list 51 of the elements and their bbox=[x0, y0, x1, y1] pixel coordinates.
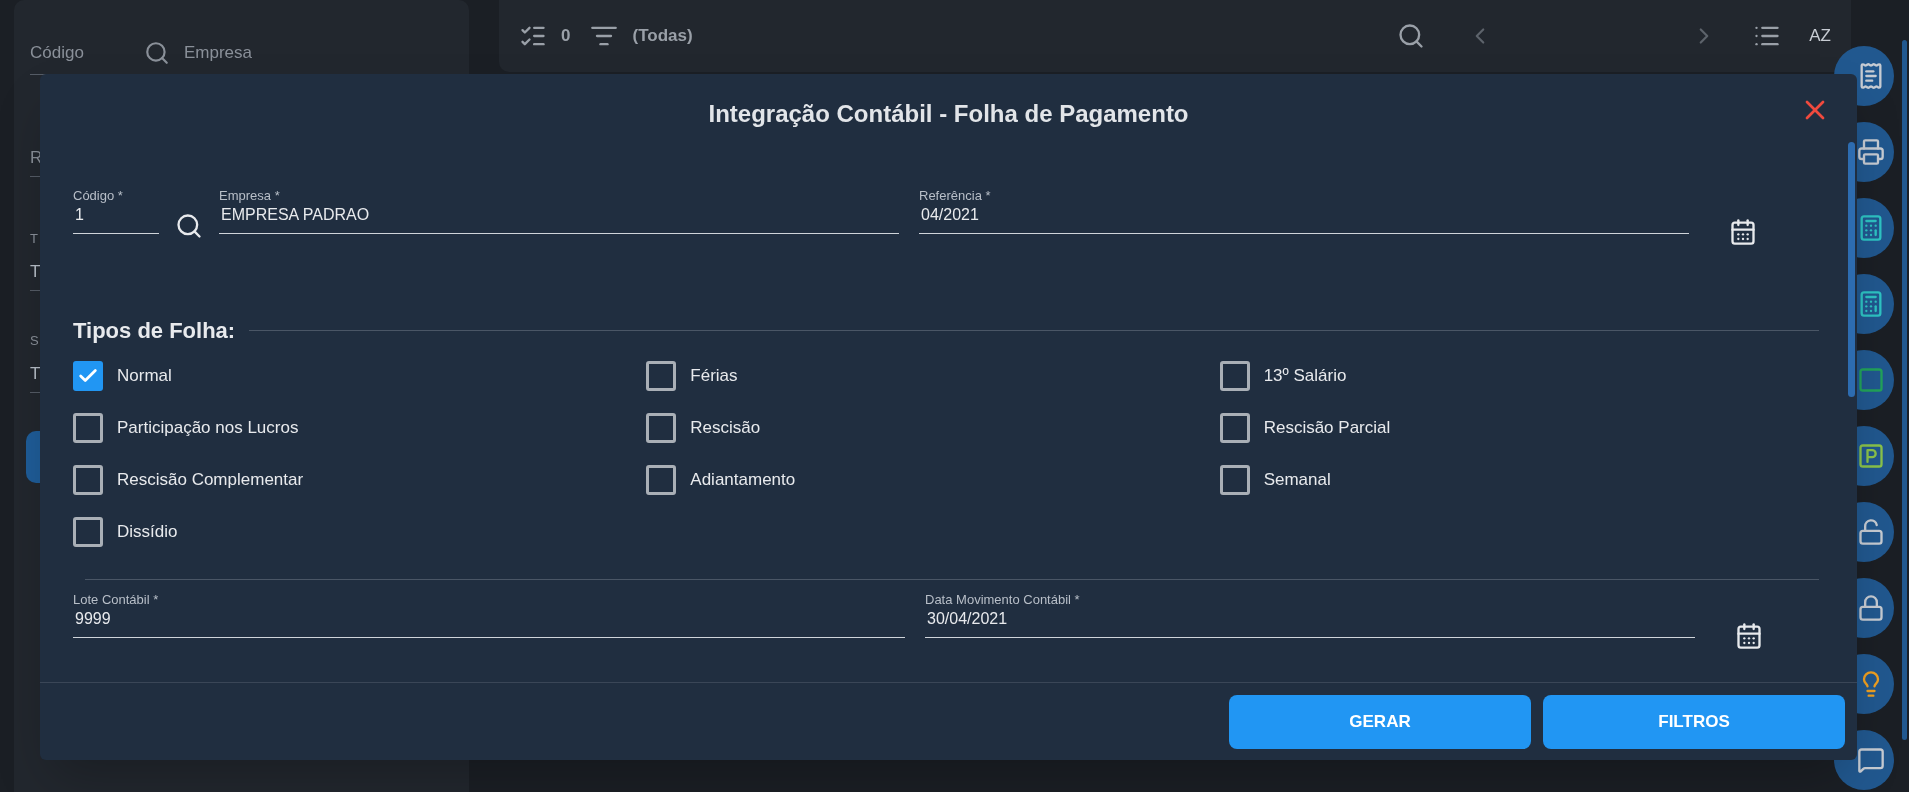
batch-field[interactable]: 9999 bbox=[73, 608, 905, 638]
checkbox-label: Rescisão Complementar bbox=[117, 469, 304, 492]
checkbox-label: Férias bbox=[690, 365, 738, 388]
action-icon bbox=[1857, 594, 1885, 622]
section-title: Tipos de Folha: bbox=[73, 317, 236, 345]
checkbox[interactable] bbox=[646, 361, 677, 391]
checkbox-label: Normal bbox=[117, 365, 172, 388]
field-label: Data Movimento Contábil * bbox=[925, 592, 1081, 608]
checkbox[interactable] bbox=[646, 465, 677, 495]
checkbox[interactable] bbox=[646, 413, 677, 443]
company-field[interactable]: EMPRESA PADRAO bbox=[219, 204, 899, 234]
dialog-title: Integração Contábil - Folha de Pagamento bbox=[708, 99, 1189, 129]
action-icon bbox=[1857, 62, 1885, 90]
search-icon[interactable] bbox=[144, 40, 170, 67]
checkbox[interactable] bbox=[73, 413, 103, 443]
action-icon bbox=[1857, 366, 1885, 394]
checkbox-label: Dissídio bbox=[117, 521, 178, 544]
field-value: T bbox=[30, 260, 41, 283]
checkbox[interactable] bbox=[1219, 465, 1250, 495]
checkbox-label: Rescisão Parcial bbox=[1263, 417, 1391, 440]
action-icon bbox=[1857, 746, 1885, 774]
checkbox-label: Participação nos Lucros bbox=[117, 417, 299, 440]
checkbox[interactable] bbox=[1219, 361, 1250, 391]
checkbox-label: Semanal bbox=[1263, 469, 1331, 492]
reference-field[interactable]: 04/2021 bbox=[919, 204, 1689, 234]
field-label: S bbox=[30, 332, 39, 350]
action-icon bbox=[1857, 442, 1885, 470]
field-label: Código * bbox=[73, 188, 124, 204]
action-icon bbox=[1857, 138, 1885, 166]
calendar-icon[interactable] bbox=[1735, 622, 1763, 650]
field-label: T bbox=[30, 230, 38, 248]
field-value: T bbox=[30, 362, 41, 385]
checkbox[interactable] bbox=[73, 517, 103, 547]
checkbox-label: Adiantamento bbox=[690, 469, 796, 492]
search-icon[interactable] bbox=[1397, 22, 1426, 50]
checkbox-label: 13º Salário bbox=[1263, 365, 1347, 388]
search-icon[interactable] bbox=[175, 212, 203, 240]
checkbox[interactable] bbox=[73, 361, 103, 391]
code-field[interactable]: 1 bbox=[73, 204, 159, 234]
action-icon bbox=[1857, 518, 1885, 546]
filter-value: (Todas) bbox=[632, 25, 693, 48]
calendar-icon[interactable] bbox=[1729, 218, 1757, 246]
date-field[interactable]: 30/04/2021 bbox=[925, 608, 1695, 638]
checkbox[interactable] bbox=[73, 465, 103, 495]
checkbox[interactable] bbox=[1219, 413, 1250, 443]
sort-button[interactable]: AZ bbox=[1809, 23, 1831, 49]
field-label: Lote Contábil * bbox=[73, 592, 160, 608]
field-label: Referência * bbox=[919, 188, 992, 204]
record-count: 0 bbox=[561, 25, 571, 48]
checkbox-label: Rescisão bbox=[690, 417, 761, 440]
field-label: Empresa * bbox=[219, 188, 281, 204]
